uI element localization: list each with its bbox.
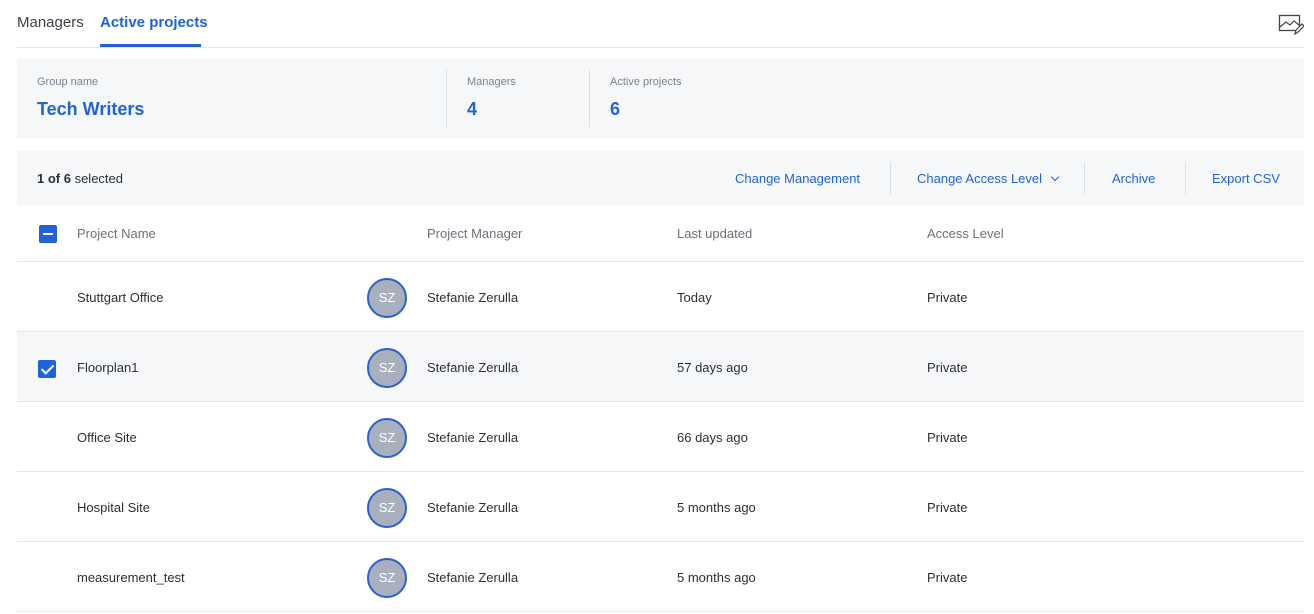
- column-header-access-level[interactable]: Access Level: [927, 226, 1004, 241]
- tab-managers[interactable]: Managers: [17, 14, 84, 31]
- row-checkbox[interactable]: [38, 360, 56, 378]
- avatar: SZ: [367, 348, 407, 388]
- project-name[interactable]: Stuttgart Office: [77, 290, 163, 305]
- table-row[interactable]: Hospital Site SZ Stefanie Zerulla 5 mont…: [17, 472, 1304, 542]
- selection-count-suffix: selected: [70, 171, 124, 186]
- stat-divider: [589, 70, 590, 127]
- project-manager: Stefanie Zerulla: [427, 290, 519, 305]
- project-name[interactable]: Floorplan1: [77, 360, 138, 375]
- avatar: SZ: [367, 558, 407, 598]
- tab-active-projects[interactable]: Active projects: [100, 14, 208, 31]
- avatar: SZ: [367, 418, 407, 458]
- project-manager: Stefanie Zerulla: [427, 500, 519, 515]
- access-level: Private: [927, 500, 968, 515]
- archive-button[interactable]: Archive: [1112, 171, 1155, 186]
- last-updated: 66 days ago: [677, 430, 748, 445]
- table-row[interactable]: Floorplan1 SZ Stefanie Zerulla 57 days a…: [17, 332, 1304, 402]
- group-summary-panel: Group name Tech Writers Managers 4 Activ…: [17, 59, 1304, 139]
- table-header: Project Name Project Manager Last update…: [17, 205, 1304, 262]
- last-updated: 5 months ago: [677, 500, 756, 515]
- action-divider: [1084, 162, 1085, 195]
- access-level: Private: [927, 290, 968, 305]
- chevron-down-icon: [1050, 172, 1060, 182]
- project-name[interactable]: Hospital Site: [77, 500, 150, 515]
- last-updated: 57 days ago: [677, 360, 748, 375]
- select-all-checkbox[interactable]: [39, 225, 57, 243]
- avatar: SZ: [367, 488, 407, 528]
- selection-count: 1 of 6 selected: [37, 171, 123, 186]
- avatar: SZ: [367, 278, 407, 318]
- column-header-project-name[interactable]: Project Name: [77, 226, 156, 241]
- change-management-button[interactable]: Change Management: [735, 171, 860, 186]
- export-csv-button[interactable]: Export CSV: [1212, 171, 1280, 186]
- project-manager: Stefanie Zerulla: [427, 570, 519, 585]
- active-projects-count: 6: [610, 99, 621, 119]
- access-level: Private: [927, 570, 968, 585]
- tab-bar: Managers Active projects: [17, 0, 1304, 48]
- selection-count-value: 1 of 6: [37, 171, 71, 186]
- change-access-level-label: Change Access Level: [917, 171, 1043, 186]
- change-access-level-dropdown[interactable]: Change Access Level: [917, 171, 1060, 186]
- group-name-value: Tech Writers: [37, 99, 145, 119]
- bulk-action-bar: 1 of 6 selected Change Management Change…: [17, 151, 1304, 205]
- column-header-last-updated[interactable]: Last updated: [677, 226, 752, 241]
- project-name[interactable]: Office Site: [77, 430, 137, 445]
- project-name[interactable]: measurement_test: [77, 570, 185, 585]
- active-projects-label: Active projects: [610, 76, 682, 88]
- last-updated: Today: [677, 290, 712, 305]
- stat-divider: [446, 70, 447, 127]
- project-manager: Stefanie Zerulla: [427, 360, 519, 375]
- access-level: Private: [927, 430, 968, 445]
- column-header-project-manager[interactable]: Project Manager: [427, 226, 522, 241]
- managers-count: 4: [467, 99, 478, 119]
- table-row[interactable]: Office Site SZ Stefanie Zerulla 66 days …: [17, 402, 1304, 472]
- active-tab-indicator: [100, 44, 201, 47]
- last-updated: 5 months ago: [677, 570, 756, 585]
- table-row[interactable]: Stuttgart Office SZ Stefanie Zerulla Tod…: [17, 262, 1304, 332]
- action-divider: [890, 162, 891, 195]
- managers-label: Managers: [467, 76, 516, 88]
- action-divider: [1185, 162, 1186, 195]
- table-row[interactable]: measurement_test SZ Stefanie Zerulla 5 m…: [17, 542, 1304, 612]
- edit-image-icon[interactable]: [1278, 12, 1304, 36]
- group-name-label: Group name: [37, 76, 99, 88]
- access-level: Private: [927, 360, 968, 375]
- project-manager: Stefanie Zerulla: [427, 430, 519, 445]
